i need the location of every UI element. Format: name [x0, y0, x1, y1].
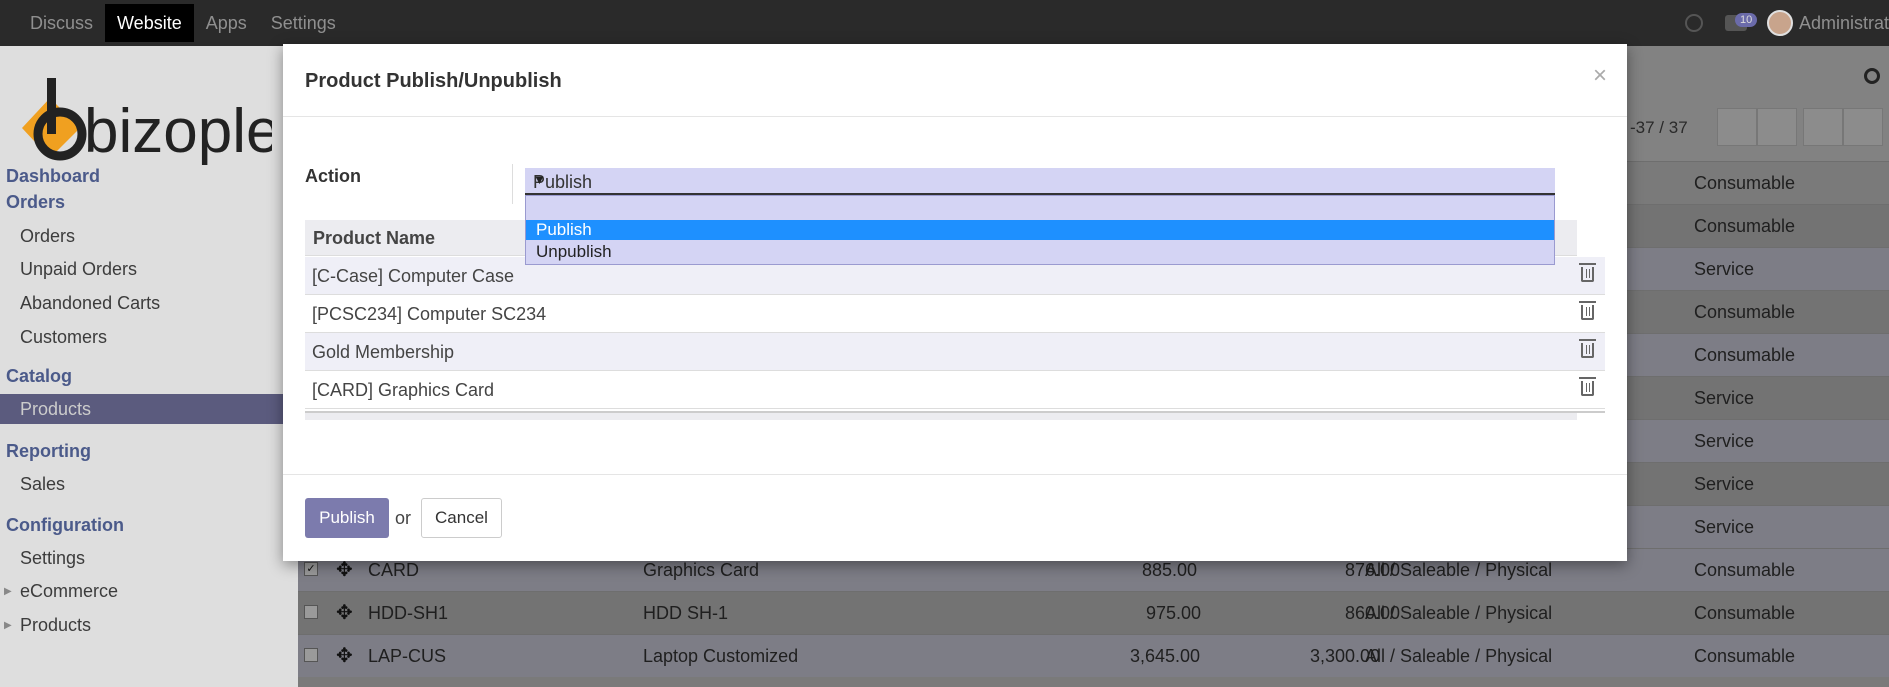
action-dropdown: Publish Unpublish — [525, 195, 1555, 265]
divider — [512, 164, 513, 204]
drag-handle-icon[interactable]: ✥ — [336, 643, 353, 668]
chat-icon[interactable]: 10 — [1724, 13, 1758, 31]
sidebar-item-abandoned-carts[interactable]: Abandoned Carts — [20, 293, 160, 314]
sidebar-item-products-config[interactable]: Products — [20, 615, 91, 636]
close-icon[interactable]: × — [1593, 62, 1607, 90]
expand-triangle-icon[interactable]: ▶ — [4, 586, 12, 597]
trash-icon[interactable] — [1579, 339, 1596, 358]
top-navbar: Discuss Website Apps Settings 10 Adminis… — [0, 0, 1889, 46]
bizople-logo: bizople — [22, 78, 272, 166]
sidebar-item-label: Products — [20, 399, 92, 419]
action-label: Action — [305, 166, 361, 186]
dialog-title: Product Publish/Unpublish — [305, 70, 562, 92]
menu-discuss[interactable]: Discuss — [18, 4, 105, 42]
section-reporting: Reporting — [6, 441, 91, 461]
sidebar-item-ecommerce[interactable]: eCommerce — [20, 581, 118, 602]
option-empty[interactable] — [526, 198, 1554, 218]
chat-badge: 10 — [1734, 13, 1758, 27]
dialog-header: Product Publish/Unpublish × — [283, 44, 1627, 117]
kanban-view-button[interactable] — [1803, 108, 1843, 146]
menu-settings[interactable]: Settings — [259, 4, 348, 42]
chevron-down-icon: ▼ — [533, 172, 546, 187]
list-view-button[interactable] — [1843, 108, 1883, 146]
product-name: Gold Membership — [312, 342, 455, 362]
row-checkbox[interactable] — [304, 648, 318, 662]
table-row[interactable]: ✥ LAP-CUS Laptop Customized 3,645.00 3,3… — [298, 634, 1889, 677]
drag-handle-icon[interactable]: ✥ — [336, 600, 353, 625]
section-dashboard[interactable]: Dashboard — [6, 166, 100, 187]
column-header-product-name[interactable]: Product Name — [313, 228, 435, 249]
row-checkbox[interactable] — [304, 605, 318, 619]
section-orders: Orders — [6, 192, 66, 212]
publish-dialog: Product Publish/Unpublish × Action Publi… — [283, 44, 1627, 561]
systray: 10 Administrat — [1684, 0, 1889, 46]
main-menu: Discuss Website Apps Settings — [18, 0, 348, 46]
expand-triangle-icon[interactable]: ▶ — [4, 620, 12, 631]
table-footer — [305, 411, 1605, 420]
row-checkbox[interactable]: ✓ — [304, 562, 318, 576]
table-row[interactable]: ✥ HDD-SH1 HDD SH-1 975.00 860.00 All / S… — [298, 591, 1889, 634]
section-configuration: Configuration — [6, 515, 124, 535]
menu-website[interactable]: Website — [105, 4, 194, 42]
sidebar-item-products[interactable]: Products — [0, 394, 298, 424]
pager-value[interactable]: -37 / 37 — [1630, 118, 1688, 138]
pager-previous-button[interactable] — [1717, 108, 1757, 146]
avatar[interactable] — [1766, 10, 1793, 36]
product-name: [CARD] Graphics Card — [312, 380, 495, 400]
user-menu[interactable]: Administrat — [1799, 13, 1889, 34]
svg-text:bizople: bizople — [84, 97, 272, 166]
table-row[interactable]: [CARD] Graphics Card — [305, 371, 1605, 409]
search-icon[interactable] — [1864, 68, 1880, 84]
sidebar: bizople Dashboard Orders Orders Unpaid O… — [0, 46, 298, 687]
sidebar-item-sales[interactable]: Sales — [20, 474, 65, 495]
sidebar-item-orders[interactable]: Orders — [20, 226, 75, 247]
product-name: [PCSC234] Computer SC234 — [312, 304, 547, 324]
or-text: or — [395, 508, 412, 528]
trash-icon[interactable] — [1579, 377, 1596, 396]
option-unpublish[interactable]: Unpublish — [526, 242, 1554, 262]
sidebar-item-settings[interactable]: Settings — [20, 548, 85, 569]
menu-apps[interactable]: Apps — [194, 4, 259, 42]
pager-next-button[interactable] — [1757, 108, 1797, 146]
sidebar-item-unpaid-orders[interactable]: Unpaid Orders — [20, 259, 137, 280]
product-name: [C-Case] Computer Case — [312, 266, 515, 286]
sidebar-item-customers[interactable]: Customers — [20, 327, 107, 348]
cancel-button[interactable]: Cancel — [421, 498, 502, 538]
action-select[interactable]: Publish ▼ — [525, 168, 1555, 195]
trash-icon[interactable] — [1579, 263, 1596, 282]
section-catalog: Catalog — [6, 366, 73, 386]
activity-clock-icon[interactable] — [1684, 14, 1703, 32]
trash-icon[interactable] — [1579, 301, 1596, 320]
table-row[interactable]: [PCSC234] Computer SC234 — [305, 295, 1605, 333]
option-publish[interactable]: Publish — [526, 220, 1554, 240]
publish-button[interactable]: Publish — [305, 498, 389, 538]
table-row[interactable]: Gold Membership — [305, 333, 1605, 371]
